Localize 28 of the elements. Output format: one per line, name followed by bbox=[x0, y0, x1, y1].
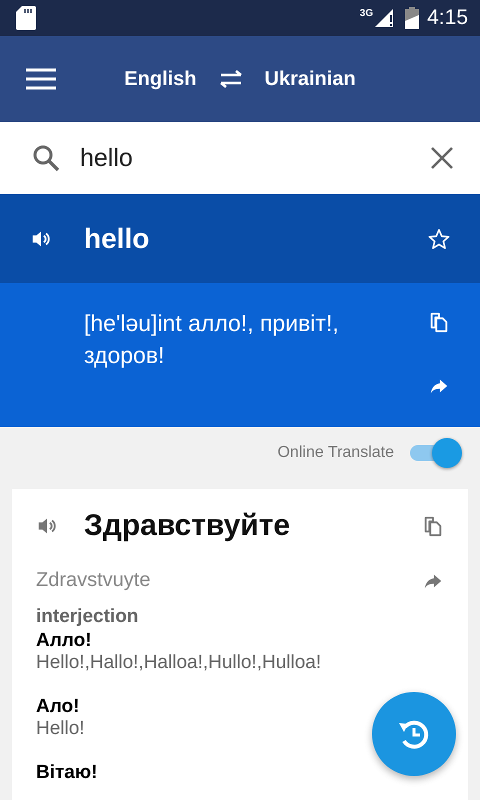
entry-meanings: Hello! bbox=[36, 718, 85, 740]
target-language[interactable]: Ukrainian bbox=[264, 68, 356, 90]
swap-icon[interactable] bbox=[218, 70, 243, 88]
entry-term: Вітаю! bbox=[36, 762, 98, 784]
translation-text: [he'ləu]int алло!, привіт!, здоров! bbox=[84, 309, 340, 370]
online-translate-switch[interactable] bbox=[410, 438, 462, 468]
star-icon[interactable] bbox=[428, 228, 450, 250]
part-of-speech: interjection bbox=[36, 606, 140, 628]
network-type: 3G bbox=[360, 8, 374, 19]
card-word: Здравствуйте bbox=[84, 509, 292, 543]
battery-icon bbox=[405, 7, 420, 29]
close-icon[interactable] bbox=[430, 146, 454, 170]
entry-meanings: Hello!,Hallo!,Halloa!,Hullo!,Hulloa! bbox=[36, 652, 322, 674]
transliteration: Zdravstvuyte bbox=[36, 569, 152, 592]
source-language[interactable]: English bbox=[124, 68, 197, 90]
search-field[interactable]: hello bbox=[80, 144, 410, 172]
search-word: hello bbox=[84, 222, 150, 254]
entry-term: Алло! bbox=[36, 630, 92, 652]
online-translate-label: Online Translate bbox=[277, 444, 394, 462]
signal-icon bbox=[373, 7, 396, 29]
entry-term: Ало! bbox=[36, 696, 80, 718]
clock: 4:15 bbox=[427, 6, 468, 30]
sd-card-icon bbox=[16, 6, 36, 30]
search-bar[interactable]: hello bbox=[0, 122, 480, 194]
copy-icon[interactable] bbox=[428, 311, 450, 333]
search-icon bbox=[32, 144, 60, 172]
menu-icon[interactable] bbox=[26, 68, 56, 90]
copy-icon[interactable] bbox=[422, 515, 444, 537]
